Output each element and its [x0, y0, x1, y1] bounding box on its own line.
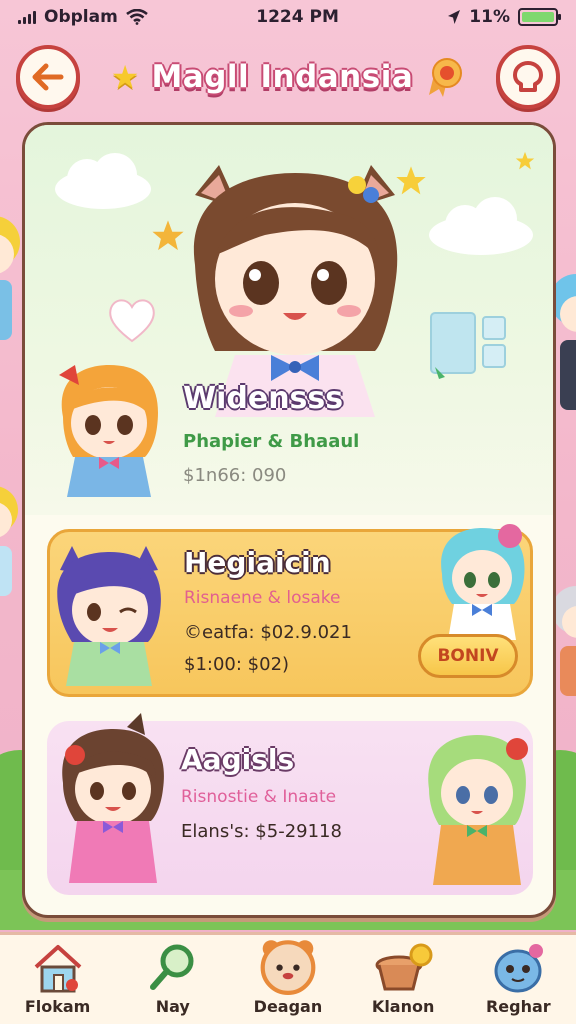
ribbon-badge-icon[interactable]: [425, 55, 465, 99]
card-subtitle: Risnaene & losake: [184, 588, 341, 608]
nav-item-search[interactable]: Nay: [118, 936, 228, 1024]
nav-item-monster[interactable]: Reghar: [463, 936, 573, 1024]
girl-character-orange: [59, 365, 158, 497]
clock: 1224 PM: [256, 7, 339, 27]
status-left: Obplam: [18, 7, 148, 27]
basket-icon: [375, 943, 433, 991]
character-card-orange[interactable]: Hegiaicin Risnaene & losake ©eatfa: $02.…: [47, 524, 533, 697]
hero-price: $1n66: 090: [183, 465, 287, 486]
status-right: 11%: [447, 7, 561, 27]
badge-icon: [513, 61, 543, 92]
profile-button[interactable]: [496, 45, 560, 109]
star-icon-decor-3: [515, 151, 535, 170]
cloud-icon-2: [429, 197, 533, 255]
hero-character: [193, 165, 398, 417]
nav-item-character[interactable]: Deagan: [233, 936, 343, 1024]
main-panel: Widensss Phapier & Bhaaul $1n66: 090 Heg…: [22, 122, 556, 918]
nav-item-shop[interactable]: Klanon: [348, 936, 458, 1024]
cyan-hair-girl-character: [441, 524, 525, 640]
monster-icon: [494, 944, 544, 993]
house-icon: [34, 945, 81, 993]
nav-label: Nay: [155, 997, 190, 1016]
title-wrap: ★ Magll Indansia: [111, 55, 465, 99]
nav-label: Klanon: [371, 997, 435, 1016]
bonus-button[interactable]: BONIV: [418, 634, 518, 678]
brown-hair-girl-character: [62, 713, 164, 883]
phone-frame-icon: [430, 312, 506, 379]
left-peek-character: [0, 216, 20, 340]
nav-label: Deagan: [253, 997, 323, 1016]
nav-label: Flokam: [24, 997, 91, 1016]
card-title: Hegiaicin: [184, 546, 331, 579]
heart-icon: [109, 299, 155, 343]
location-icon: [448, 10, 461, 24]
cat-girl-purple-character: [57, 546, 161, 686]
star-icon: ★: [110, 58, 140, 96]
status-bar: Obplam 1224 PM 11%: [0, 0, 576, 34]
app-title: Magll Indansia: [151, 59, 414, 95]
card-title: Aagisls: [181, 743, 295, 776]
hero-subtitle: Phapier & Bhaaul: [183, 431, 360, 452]
back-button[interactable]: [16, 45, 80, 109]
card-stat-line: Elans's: $5-29118: [181, 821, 342, 842]
carrier-name: Obplam: [44, 7, 118, 27]
cloud-icon: [55, 153, 151, 209]
hero-name: Widensss: [183, 381, 344, 416]
bear-icon: [260, 940, 316, 995]
signal-icon: [18, 10, 36, 24]
nav-label: Reghar: [485, 997, 551, 1016]
card-stat-line: ©eatfa: $02.9.021: [184, 622, 352, 643]
hero-card[interactable]: Widensss Phapier & Bhaaul $1n66: 090: [25, 125, 553, 515]
nav-item-home[interactable]: Flokam: [3, 936, 113, 1024]
battery-percent: 11%: [469, 7, 510, 27]
arrow-left-icon: [32, 63, 64, 91]
character-card-pink[interactable]: Aagisls Risnostie & Inaate Elans's: $5-2…: [47, 713, 533, 895]
magnifier-icon: [149, 944, 194, 990]
card-subtitle: Risnostie & Inaate: [181, 787, 337, 807]
left-peek-character-2: [0, 486, 18, 596]
wifi-icon: [126, 9, 148, 25]
header: ★ Magll Indansia: [0, 36, 576, 118]
green-hair-girl-character: [428, 735, 528, 885]
bottom-nav: Flokam Nay Deagan Klanon Reghar: [0, 932, 576, 1024]
battery-icon: [518, 8, 561, 26]
card-price-line: $1:00: $02): [184, 654, 290, 675]
